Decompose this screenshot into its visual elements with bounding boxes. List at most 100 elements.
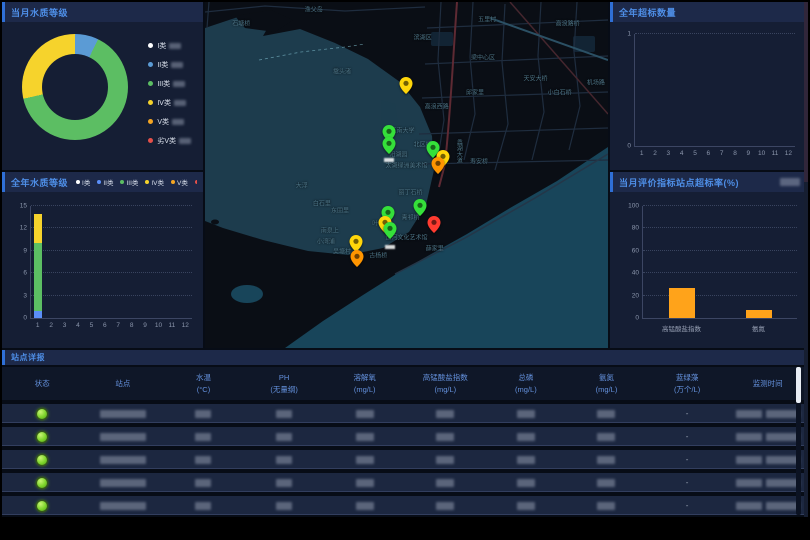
algae-value: - [686, 478, 689, 487]
x-tick-label: 4 [680, 150, 684, 157]
y-tick-label: 0 [627, 143, 631, 150]
table-row[interactable]: - [2, 427, 808, 446]
legend-dot-icon [76, 180, 80, 184]
legend-item[interactable]: IV类 [145, 177, 164, 187]
legend-dot-icon [120, 180, 124, 184]
bar-segment [34, 311, 42, 318]
redacted-value [597, 502, 615, 510]
table-row[interactable]: - [2, 496, 808, 515]
redacted-value [736, 433, 762, 441]
map-pin[interactable] [431, 157, 444, 174]
x-tick-label: 10 [155, 322, 162, 329]
table-row[interactable]: - [2, 473, 808, 492]
redacted-value [736, 456, 762, 464]
column-header-line1: 水温 [163, 372, 244, 384]
x-tick-label: 12 [785, 150, 792, 157]
legend-redacted-chip[interactable] [780, 178, 800, 186]
cell-value [486, 456, 567, 464]
map-pin[interactable] [350, 250, 363, 267]
map-panel[interactable]: 石塘桥渔父岛鼋头渚大浮白石里东固里南泉上小湾浦吴塘村滨湖区五里村梁中心区高浪西路… [205, 2, 608, 348]
redacted-value [100, 479, 146, 487]
redacted-value [766, 433, 800, 441]
y-tick-label: 0 [635, 315, 639, 322]
legend-dot-icon [195, 180, 197, 184]
redacted-value [276, 502, 292, 510]
column-header: 总磷(mg/L) [486, 372, 567, 395]
y-tick-label: 80 [632, 225, 639, 232]
legend-item[interactable]: III类 [120, 177, 138, 187]
legend-label: II类 [157, 60, 168, 70]
y-tick-label: 20 [632, 292, 639, 299]
legend-item[interactable]: II类 [148, 55, 191, 74]
redacted-value [766, 479, 800, 487]
cell-value [486, 479, 567, 487]
x-tick-label: 2 [49, 322, 53, 329]
cell-value [324, 456, 405, 464]
donut-chart[interactable] [22, 34, 128, 140]
table-rows: - - - - - [2, 404, 808, 519]
rate-bar[interactable] [669, 288, 695, 318]
panel-year-exceed: 全年超标数量 01123456789101112 [610, 2, 808, 170]
column-header-line2: (°C) [163, 384, 244, 396]
cell-value [566, 433, 647, 441]
window-scrollbar-thumb[interactable] [804, 2, 808, 182]
cell-value [244, 479, 325, 487]
gridline [31, 250, 192, 251]
redacted-value [517, 433, 535, 441]
rate-bar[interactable] [746, 310, 772, 318]
legend-item[interactable]: V类 [148, 112, 191, 131]
legend-item[interactable]: III类 [148, 74, 191, 93]
stacked-bar[interactable] [34, 206, 42, 318]
rate-chart-plot: 020406080100高锰酸盐指数氨氮 [642, 206, 797, 319]
map-pin[interactable] [383, 137, 396, 154]
legend-item[interactable]: II类 [97, 177, 113, 187]
map-pin[interactable] [400, 77, 413, 94]
table-row[interactable]: - [2, 404, 808, 423]
table-scrollbar-thumb[interactable] [796, 367, 801, 403]
redacted-value [276, 456, 292, 464]
legend-item[interactable]: IV类 [148, 93, 191, 112]
legend-label: V类 [157, 117, 169, 127]
cell-value [244, 502, 325, 510]
map-pin[interactable] [383, 222, 396, 239]
dashboard: 当月水质等级 I类II类III类IV类V类劣V类 全年水质等级 I类II类III… [2, 2, 808, 517]
cell-value [566, 456, 647, 464]
gridline [31, 227, 192, 228]
legend-dot-icon [148, 100, 153, 105]
y-tick-label: 15 [20, 203, 27, 210]
x-category-label: 氨氮 [752, 323, 765, 333]
x-tick-label: 12 [182, 322, 189, 329]
cell-algae: - [647, 404, 728, 423]
table-row[interactable]: - [2, 450, 808, 469]
redacted-value [517, 456, 535, 464]
window-scrollbar[interactable] [804, 2, 808, 517]
cell-value [163, 433, 244, 441]
legend-item[interactable]: 劣V类 [148, 131, 191, 150]
legend-item[interactable]: I类 [76, 177, 90, 187]
redacted-value [766, 456, 800, 464]
column-header: 状态 [2, 378, 83, 390]
map-pin[interactable] [413, 199, 426, 216]
x-tick-label: 9 [747, 150, 751, 157]
legend-item[interactable]: V类 [171, 177, 188, 187]
map-pin[interactable] [427, 216, 440, 233]
x-tick-label: 3 [63, 322, 67, 329]
redacted-value [436, 456, 454, 464]
x-tick-label: 5 [90, 322, 94, 329]
legend-item[interactable]: I类 [148, 36, 191, 55]
cell-algae: - [647, 473, 728, 492]
table-scrollbar-track[interactable] [796, 367, 801, 515]
stations-table-panel: 站点详报 状态站点水温(°C)PH(无量纲)溶解氧(mg/L)高锰酸盐指数(mg… [2, 350, 808, 517]
redacted-value [517, 502, 535, 510]
column-header-line2: (mg/L) [566, 384, 647, 396]
cell-value [324, 479, 405, 487]
column-header: PH(无量纲) [244, 372, 325, 395]
gridline [31, 295, 192, 296]
x-tick-label: 11 [772, 150, 779, 157]
cell-value [163, 456, 244, 464]
legend-label: 劣V类 [157, 136, 176, 146]
legend-item[interactable]: 劣V类 [195, 177, 197, 187]
table-title: 站点详报 [11, 352, 45, 363]
status-dot [37, 409, 47, 419]
x-tick-label: 6 [103, 322, 107, 329]
